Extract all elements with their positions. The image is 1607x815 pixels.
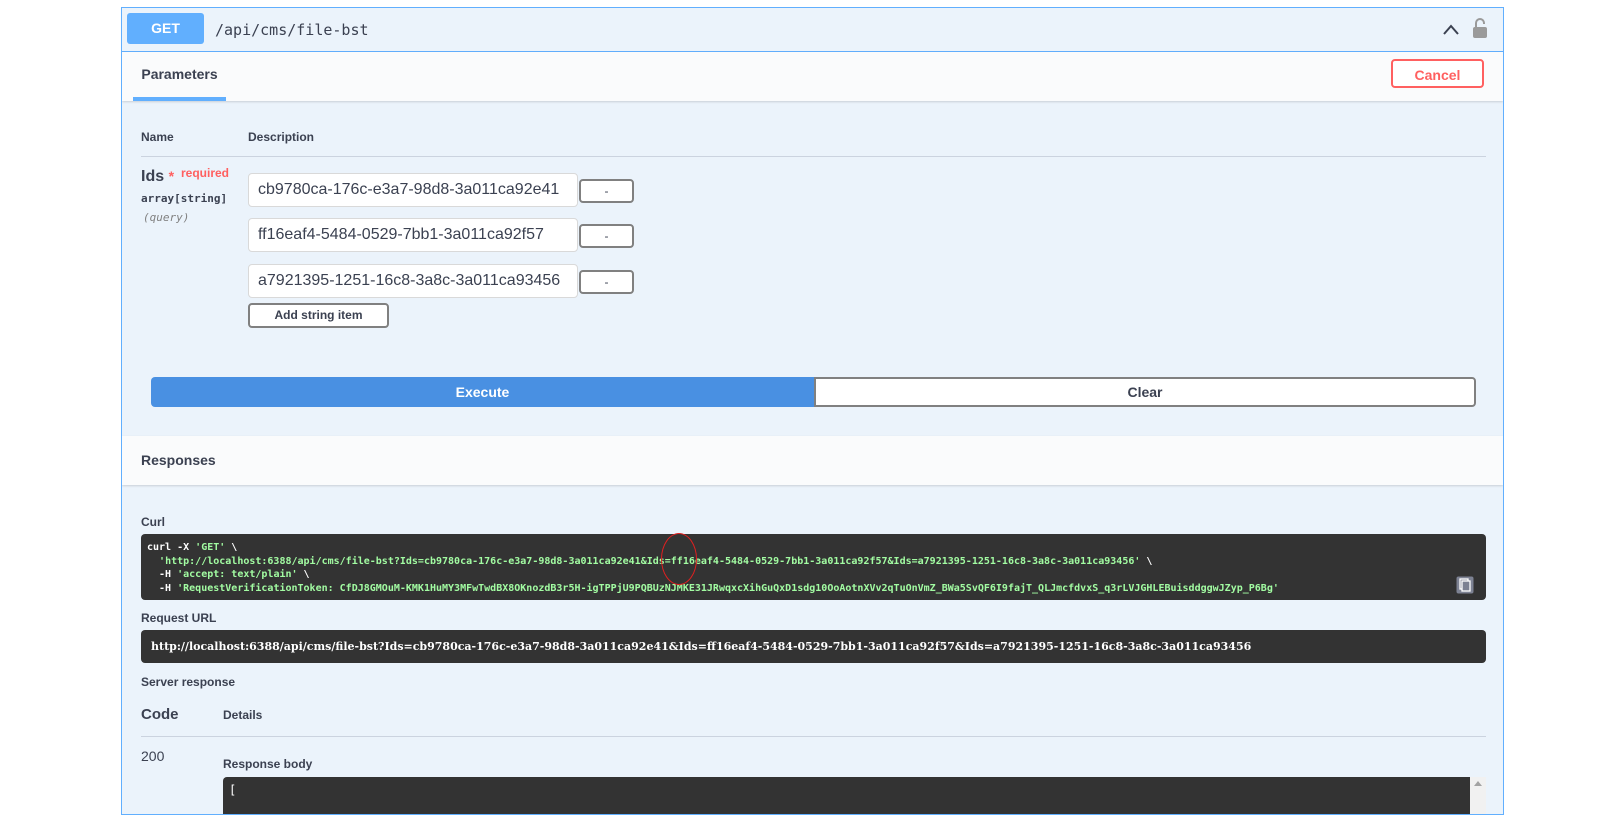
response-body-block[interactable]: [ <box>223 777 1486 814</box>
array-item-input-3[interactable] <box>248 264 578 298</box>
operation-path: /api/cms/file-bst <box>215 21 369 39</box>
response-status-code: 200 <box>141 748 165 764</box>
curl-line-1: curl -X 'GET' \ <box>147 542 238 553</box>
operation-block: GET /api/cms/file-bst Parameters Cancel … <box>121 7 1504 815</box>
response-body-label: Response body <box>223 757 313 771</box>
copy-to-clipboard-icon[interactable] <box>1456 576 1474 594</box>
parameter-name: Ids * <box>141 168 175 185</box>
remove-item-button-3[interactable]: - <box>579 270 634 294</box>
curl-command-block[interactable]: curl -X 'GET' \ 'http://localhost:6388/a… <box>141 534 1486 600</box>
tab-parameters[interactable]: Parameters <box>133 52 226 101</box>
curl-line-3: -H 'accept: text/plain' \ <box>147 569 310 580</box>
required-label: required <box>181 166 230 180</box>
responses-header: Responses <box>122 436 1503 485</box>
add-string-item-button[interactable]: Add string item <box>248 303 389 328</box>
code-column-header: Code <box>141 706 179 723</box>
server-response-label: Server response <box>141 675 236 689</box>
cancel-button[interactable]: Cancel <box>1391 59 1484 88</box>
curl-line-2: 'http://localhost:6388/api/cms/file-bst?… <box>159 555 1153 567</box>
parameter-location: (query) <box>143 211 190 224</box>
remove-item-button-2[interactable]: - <box>579 224 634 248</box>
chevron-up-icon[interactable] <box>1442 22 1460 38</box>
array-item-input-2[interactable] <box>248 218 578 252</box>
curl-label: Curl <box>141 515 165 529</box>
parameters-header: Parameters Cancel <box>122 52 1503 101</box>
curl-line-4: -H 'RequestVerificationToken: CfDJ8GMOuM… <box>147 582 1279 594</box>
column-header-name: Name <box>141 130 174 144</box>
header-divider <box>141 156 1486 157</box>
response-body-scrollbar[interactable] <box>1470 777 1486 814</box>
parameter-type: array[string] <box>141 192 228 205</box>
clear-button[interactable]: Clear <box>814 377 1476 407</box>
execute-button[interactable]: Execute <box>151 377 814 407</box>
operation-summary[interactable]: GET /api/cms/file-bst <box>122 8 1503 52</box>
request-url-label: Request URL <box>141 611 217 625</box>
response-table-divider <box>141 736 1486 737</box>
lock-icon[interactable] <box>1472 17 1488 39</box>
request-url-value[interactable]: http://localhost:6388/api/cms/file-bst?I… <box>141 630 1486 663</box>
execute-wrapper: Execute Clear <box>151 377 1476 407</box>
array-item-input-1[interactable] <box>248 173 578 207</box>
column-header-description: Description <box>248 130 315 144</box>
scroll-up-arrow-icon[interactable] <box>1474 781 1482 786</box>
responses-title: Responses <box>141 452 216 468</box>
remove-item-button-1[interactable]: - <box>579 179 634 203</box>
http-method-badge: GET <box>127 13 204 44</box>
details-column-header: Details <box>223 708 263 722</box>
